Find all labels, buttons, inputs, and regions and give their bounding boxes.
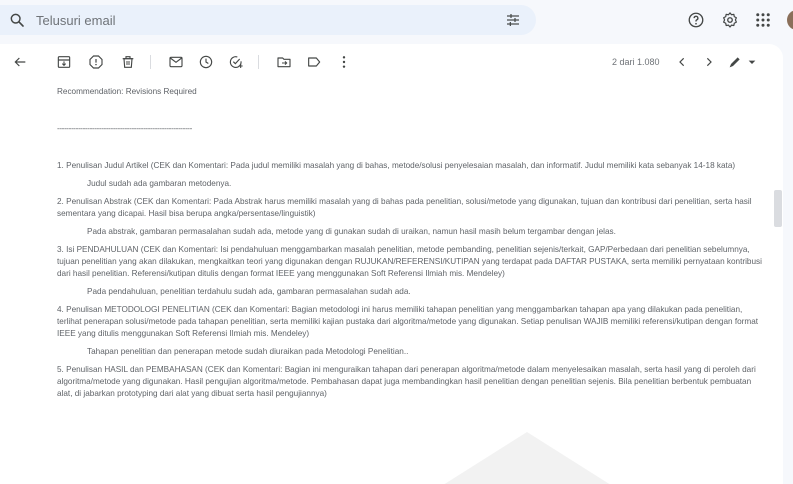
- pen-icon[interactable]: [727, 54, 743, 70]
- review-reply-3: Pada pendahuluan, penelitian terdahulu s…: [87, 287, 411, 296]
- add-task-icon[interactable]: [228, 54, 244, 70]
- email-view: 2 dari 1.080 Recommendation: Revisions R…: [0, 44, 783, 484]
- more-vert-icon[interactable]: [336, 54, 352, 70]
- review-reply-1: Judul sudah ada gambaran metodenya.: [87, 179, 232, 188]
- recommendation: Recommendation: Revisions Required: [57, 87, 197, 96]
- review-item-2: 2. Penulisan Abstrak (CEK dan Komentari:…: [57, 197, 752, 218]
- review-item-5: 5. Penulisan HASIL dan PEMBAHASAN (CEK d…: [57, 365, 756, 398]
- review-item-4: 4. Penulisan METODOLOGI PENELITIAN (CEK …: [57, 305, 759, 338]
- email-body: Recommendation: Revisions Required -----…: [57, 86, 762, 406]
- toolbar-divider: [258, 55, 259, 69]
- review-reply-4: Tahapan penelitian dan penerapan metode …: [87, 347, 409, 356]
- message-count: 2 dari 1.080: [612, 57, 660, 67]
- chevron-left-icon[interactable]: [674, 54, 690, 70]
- move-to-icon[interactable]: [276, 54, 292, 70]
- delete-icon[interactable]: [120, 54, 136, 70]
- search-icon[interactable]: [9, 12, 25, 28]
- watermark-shape: [444, 432, 610, 484]
- chevron-right-icon[interactable]: [701, 54, 717, 70]
- back-arrow-icon[interactable]: [12, 54, 28, 70]
- report-spam-icon[interactable]: [88, 54, 104, 70]
- search-input[interactable]: Telusuri email: [36, 13, 115, 28]
- snooze-icon[interactable]: [198, 54, 214, 70]
- top-bar: Telusuri email: [0, 0, 793, 40]
- mark-unread-icon[interactable]: [168, 54, 184, 70]
- toolbar: 2 dari 1.080: [0, 44, 783, 80]
- gear-icon[interactable]: [721, 11, 739, 29]
- scrollbar-thumb[interactable]: [774, 190, 782, 227]
- search-bar[interactable]: Telusuri email: [0, 5, 536, 35]
- avatar[interactable]: [787, 10, 793, 30]
- review-item-1: 1. Penulisan Judul Artikel (CEK dan Kome…: [57, 161, 736, 170]
- apps-icon[interactable]: [754, 11, 772, 29]
- review-item-3: 3. Isi PENDAHULUAN (CEK dan Komentari: I…: [57, 245, 762, 278]
- tune-icon[interactable]: [505, 12, 521, 28]
- label-icon[interactable]: [306, 54, 322, 70]
- archive-icon[interactable]: [56, 54, 72, 70]
- toolbar-divider: [150, 55, 151, 69]
- divider-line: ----------------------------------------…: [57, 124, 192, 133]
- help-icon[interactable]: [687, 11, 705, 29]
- chevron-down-icon[interactable]: [744, 54, 760, 70]
- review-reply-2: Pada abstrak, gambaran permasalahan suda…: [87, 227, 616, 236]
